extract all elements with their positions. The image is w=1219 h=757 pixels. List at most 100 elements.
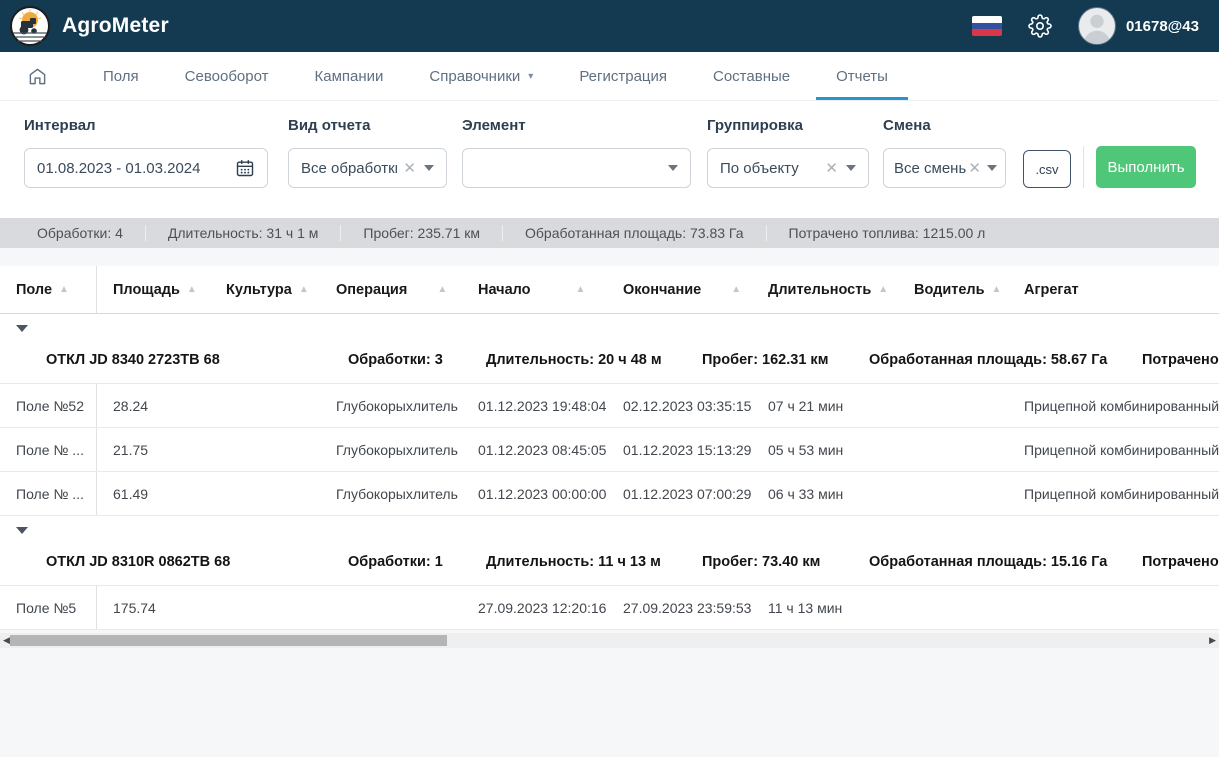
cell-operation: Глубокорыхлитель [320, 384, 462, 427]
nav-tab-campaigns[interactable]: Кампании [315, 52, 384, 100]
collapse-caret-icon[interactable] [16, 325, 28, 332]
chevron-down-icon[interactable] [846, 165, 856, 171]
column-header-culture[interactable]: Культура ▲ [210, 266, 320, 313]
home-icon [28, 67, 47, 86]
csv-export-button[interactable]: .csv [1023, 150, 1071, 188]
settings-gear-icon[interactable] [1028, 14, 1052, 38]
cell-area: 28.24 [97, 384, 210, 427]
divider [1083, 146, 1084, 188]
scroll-left-icon[interactable]: ◀ [3, 635, 10, 646]
language-flag-icon[interactable] [972, 16, 1002, 36]
nav-tab-label: Поля [103, 68, 139, 85]
nav-tab-label: Регистрация [579, 68, 667, 85]
table-body: ОТКЛ JD 8340 2723ТВ 68 Обработки: 3 Длит… [0, 314, 1219, 630]
chevron-down-icon[interactable] [424, 165, 434, 171]
column-header-operation[interactable]: Операция ▲ [320, 266, 462, 313]
collapse-caret-icon[interactable] [16, 527, 28, 534]
column-header-unit[interactable]: Агрегат [1008, 266, 1219, 313]
clear-icon[interactable]: ✕ [825, 159, 838, 177]
nav-tab-label: Кампании [315, 68, 384, 85]
element-select[interactable] [462, 148, 691, 188]
summary-fuel: Потрачено топлива: 1215.00 л [766, 225, 1008, 241]
group-stat: Пробег: 162.31 км [702, 352, 828, 368]
scroll-right-icon[interactable]: ▶ [1209, 635, 1216, 646]
cell-operation: Глубокорыхлитель [320, 428, 462, 471]
interval-input[interactable]: 01.08.2023 - 01.03.2024 [24, 148, 268, 188]
column-label: Поле [16, 282, 52, 298]
group-stat: Обработки: 3 [348, 352, 443, 368]
table-row: Поле № ... 21.75 Глубокорыхлитель 01.12.… [0, 428, 1219, 472]
interval-label: Интервал [24, 117, 268, 134]
nav-tab-label: Составные [713, 68, 790, 85]
group-title: ОТКЛ JD 8310R 0862ТВ 68 [46, 554, 230, 570]
column-label: Начало [478, 282, 531, 298]
table-row: Поле №5 175.74 27.09.2023 12:20:16 27.09… [0, 586, 1219, 630]
cell-driver [898, 472, 1008, 515]
group-stat: Обработки: 1 [348, 554, 443, 570]
horizontal-scrollbar[interactable]: ◀ ▶ [0, 633, 1219, 648]
sort-icon[interactable]: ▲ [992, 284, 1002, 295]
cell-duration: 07 ч 21 мин [752, 384, 898, 427]
group-row: ОТКЛ JD 8310R 0862ТВ 68 Обработки: 1 Дли… [0, 516, 1219, 586]
avatar[interactable] [1078, 7, 1116, 45]
column-header-area[interactable]: Площадь ▲ [97, 266, 210, 313]
cell-duration: 06 ч 33 мин [752, 472, 898, 515]
shift-value: Все смены [894, 160, 966, 177]
group-stat: Пробег: 73.40 км [702, 554, 820, 570]
sort-icon[interactable]: ▲ [878, 284, 888, 295]
sort-icon[interactable]: ▲ [59, 284, 69, 295]
chevron-down-icon[interactable] [668, 165, 678, 171]
chevron-down-icon[interactable] [987, 165, 997, 171]
nav-tab-directories[interactable]: Справочники ▾ [429, 52, 533, 100]
column-header-start[interactable]: Начало ▲ [462, 266, 607, 313]
clear-icon[interactable]: ✕ [403, 159, 416, 177]
column-label: Водитель [914, 282, 985, 298]
cell-culture [210, 472, 320, 515]
cell-field: Поле № ... [0, 428, 97, 471]
cell-field: Поле № ... [0, 472, 97, 515]
nav-tab-composite[interactable]: Составные [713, 52, 790, 100]
sort-icon[interactable]: ▲ [437, 284, 447, 295]
table-row: Поле №52 28.24 Глубокорыхлитель 01.12.20… [0, 384, 1219, 428]
group-stat: Потрачено [1142, 352, 1219, 368]
sort-icon[interactable]: ▲ [731, 284, 741, 295]
shift-select[interactable]: Все смены ✕ [883, 148, 1006, 188]
column-label: Операция [336, 282, 407, 298]
group-stat: Обработанная площадь: 58.67 Га [869, 352, 1107, 368]
grouping-label: Группировка [707, 117, 869, 134]
cell-start: 01.12.2023 00:00:00 [462, 472, 607, 515]
cell-operation: Глубокорыхлитель [320, 472, 462, 515]
chevron-down-icon: ▾ [528, 71, 533, 82]
clear-icon[interactable]: ✕ [968, 159, 981, 177]
cell-start: 27.09.2023 12:20:16 [462, 586, 607, 629]
nav-home-tab[interactable] [18, 52, 57, 100]
column-header-end[interactable]: Окончание ▲ [607, 266, 752, 313]
calendar-icon[interactable] [235, 158, 255, 178]
nav-tab-label: Справочники [429, 68, 520, 85]
grouping-select[interactable]: По объекту ✕ [707, 148, 869, 188]
cell-field: Поле №5 [0, 586, 97, 629]
column-header-duration[interactable]: Длительность ▲ [752, 266, 898, 313]
nav-tab-registration[interactable]: Регистрация [579, 52, 667, 100]
sort-icon[interactable]: ▲ [299, 284, 309, 295]
report-type-select[interactable]: Все обработки ✕ [288, 148, 447, 188]
cell-duration: 05 ч 53 мин [752, 428, 898, 471]
cell-culture [210, 586, 320, 629]
scrollbar-thumb[interactable] [10, 635, 447, 646]
group-title: ОТКЛ JD 8340 2723ТВ 68 [46, 352, 220, 368]
nav-tab-label: Севооборот [185, 68, 269, 85]
cell-area: 175.74 [97, 586, 210, 629]
nav-tab-crop-rotation[interactable]: Севооборот [185, 52, 269, 100]
column-header-field[interactable]: Поле ▲ [0, 266, 97, 313]
cell-area: 21.75 [97, 428, 210, 471]
summary-duration: Длительность: 31 ч 1 м [145, 225, 340, 241]
sort-icon[interactable]: ▲ [187, 284, 197, 295]
column-header-driver[interactable]: Водитель ▲ [898, 266, 1008, 313]
cell-unit: Прицепной комбинированный [1008, 384, 1219, 427]
column-label: Длительность [768, 282, 871, 298]
nav-tab-fields[interactable]: Поля [103, 52, 139, 100]
run-report-button[interactable]: Выполнить [1096, 146, 1196, 188]
nav-tab-reports[interactable]: Отчеты [836, 52, 888, 100]
grouping-value: По объекту [720, 160, 819, 177]
sort-icon[interactable]: ▲ [576, 284, 586, 295]
